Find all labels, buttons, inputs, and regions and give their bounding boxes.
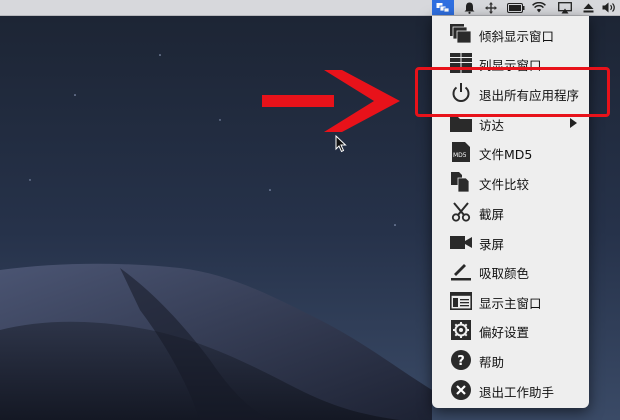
menu-item-label: 倾斜显示窗口 bbox=[479, 29, 555, 44]
tilted-windows-icon bbox=[450, 24, 472, 44]
gear-icon bbox=[451, 320, 471, 340]
menu-item-label: 文件比较 bbox=[479, 177, 530, 192]
menu-item-tilt-windows[interactable]: 倾斜显示窗口 bbox=[432, 20, 589, 48]
menu-item-show-main-window[interactable]: 显示主窗口 bbox=[432, 287, 589, 315]
move-icon[interactable] bbox=[482, 0, 500, 15]
menu-item-label: 吸取颜色 bbox=[479, 266, 530, 281]
menu-item-screen-record[interactable]: 录屏 bbox=[432, 228, 589, 256]
menu-item-label: 退出工作助手 bbox=[479, 385, 555, 400]
bell-icon[interactable] bbox=[460, 0, 478, 15]
close-circle-icon bbox=[451, 380, 471, 400]
airplay-icon[interactable] bbox=[556, 0, 574, 15]
mouse-cursor-icon bbox=[335, 135, 347, 153]
app-toolbox-icon[interactable] bbox=[432, 0, 454, 15]
battery-icon[interactable] bbox=[505, 0, 527, 15]
menu-item-quit-assistant[interactable]: 退出工作助手 bbox=[432, 376, 589, 404]
wifi-icon[interactable] bbox=[530, 0, 548, 15]
menu-item-label: 帮助 bbox=[479, 355, 505, 370]
file-compare-icon bbox=[451, 172, 470, 192]
menu-item-preferences[interactable]: 偏好设置 bbox=[432, 316, 589, 344]
help-icon: ? bbox=[451, 350, 471, 370]
menu-item-label: 访达 bbox=[479, 118, 505, 133]
md5-icon-text: MD5 bbox=[453, 152, 467, 159]
eject-icon[interactable] bbox=[580, 0, 596, 15]
menu-item-help[interactable]: ? 帮助 bbox=[432, 346, 589, 374]
red-arrow-icon bbox=[262, 70, 400, 132]
video-camera-icon bbox=[450, 236, 472, 249]
menu-item-pick-color[interactable]: 吸取颜色 bbox=[432, 257, 589, 285]
menu-item-label: 截屏 bbox=[479, 207, 505, 222]
md5-file-icon: MD5 bbox=[452, 142, 470, 162]
menu-item-label: 显示主窗口 bbox=[479, 296, 542, 311]
menu-bar bbox=[0, 0, 620, 16]
menu-item-label: 录屏 bbox=[479, 237, 505, 252]
menu-item-label: 偏好设置 bbox=[479, 325, 530, 340]
menu-item-file-compare[interactable]: 文件比较 bbox=[432, 168, 589, 196]
submenu-arrow-icon bbox=[570, 118, 577, 128]
menu-item-label: 文件MD5 bbox=[479, 147, 533, 162]
color-picker-icon bbox=[451, 264, 471, 281]
help-icon-text: ? bbox=[457, 354, 465, 369]
scissors-icon bbox=[451, 202, 471, 222]
menu-item-file-md5[interactable]: MD5 文件MD5 bbox=[432, 138, 589, 166]
menu-item-screenshot[interactable]: 截屏 bbox=[432, 198, 589, 226]
highlight-box bbox=[415, 67, 610, 117]
main-window-icon bbox=[450, 291, 472, 310]
volume-icon[interactable] bbox=[600, 0, 618, 15]
